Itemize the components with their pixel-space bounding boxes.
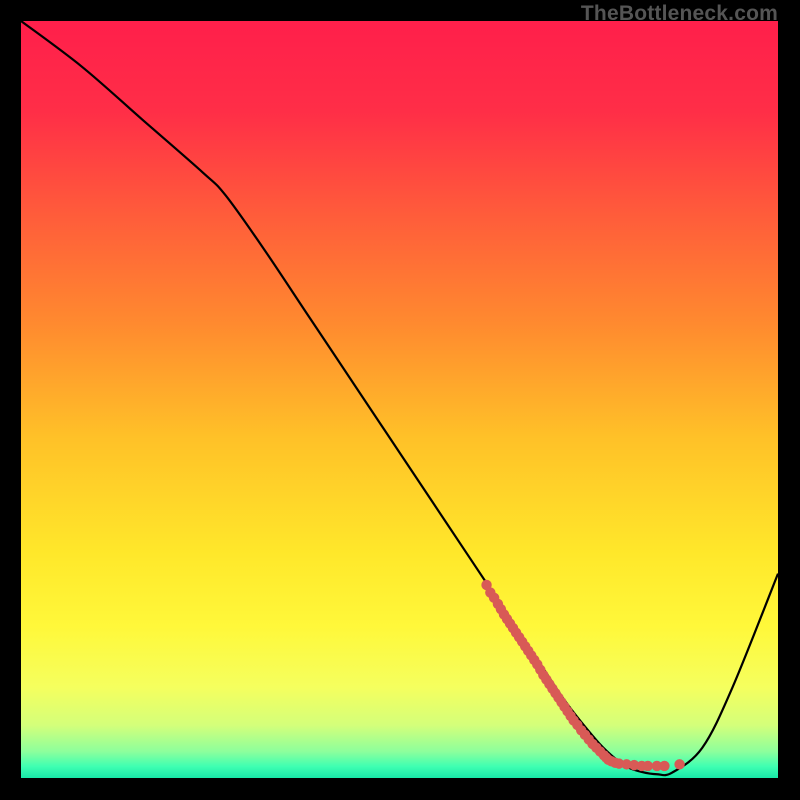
scatter-point: [643, 761, 653, 771]
plot-area: [21, 21, 778, 778]
chart-container: TheBottleneck.com: [0, 0, 800, 800]
scatter-point: [674, 759, 684, 769]
scatter-point: [659, 761, 669, 771]
chart-svg: [21, 21, 778, 778]
watermark-text: TheBottleneck.com: [581, 2, 778, 26]
gradient-background: [21, 21, 778, 778]
